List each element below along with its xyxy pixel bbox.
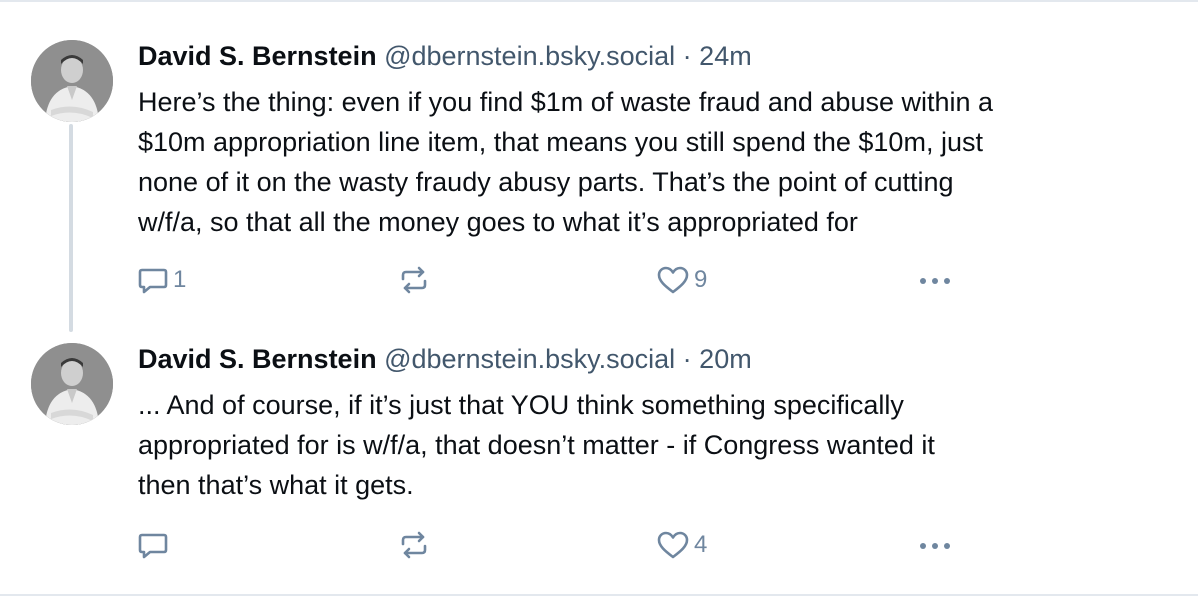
post-text: Here’s the thing: even if you find $1m o…	[138, 87, 994, 237]
post-actions: 4	[0, 528, 1198, 562]
more-icon	[920, 278, 950, 284]
heart-icon	[657, 266, 689, 294]
like-button[interactable]: 4	[656, 528, 707, 562]
thread-container: David S. Bernstein @dbernstein.bsky.soci…	[0, 0, 1198, 596]
reply-button[interactable]: 1	[137, 263, 186, 297]
repost-button[interactable]	[398, 528, 434, 562]
post-header: David S. Bernstein @dbernstein.bsky.soci…	[138, 343, 752, 375]
avatar-photo	[31, 40, 113, 122]
like-count: 9	[694, 266, 708, 293]
author-name[interactable]: David S. Bernstein	[138, 344, 377, 374]
repost-icon	[401, 531, 427, 559]
repost-button[interactable]	[398, 263, 434, 297]
author-name[interactable]: David S. Bernstein	[138, 41, 377, 71]
reply-icon	[138, 268, 168, 294]
like-count: 4	[694, 531, 708, 558]
heart-icon	[657, 531, 689, 559]
separator: ·	[682, 41, 692, 71]
reply-button[interactable]	[137, 528, 173, 562]
post-header: David S. Bernstein @dbernstein.bsky.soci…	[138, 40, 752, 72]
post-text: ... And of course, if it’s just that YOU…	[138, 390, 935, 500]
more-options-button[interactable]	[917, 528, 953, 562]
more-options-button[interactable]	[917, 263, 953, 297]
avatar[interactable]	[31, 40, 113, 122]
post-timestamp[interactable]: 24m	[699, 41, 752, 71]
avatar[interactable]	[31, 343, 113, 425]
author-handle[interactable]: @dbernstein.bsky.social	[384, 344, 675, 374]
reply-icon	[138, 533, 168, 559]
like-button[interactable]: 9	[656, 263, 707, 297]
separator: ·	[682, 344, 692, 374]
post-timestamp[interactable]: 20m	[699, 344, 752, 374]
more-icon	[920, 543, 950, 549]
thread-connector-line	[69, 124, 73, 332]
reply-count: 1	[173, 266, 187, 293]
avatar-photo	[31, 343, 113, 425]
post-actions: 1 9	[0, 263, 1198, 297]
author-handle[interactable]: @dbernstein.bsky.social	[384, 41, 675, 71]
repost-icon	[401, 266, 427, 294]
